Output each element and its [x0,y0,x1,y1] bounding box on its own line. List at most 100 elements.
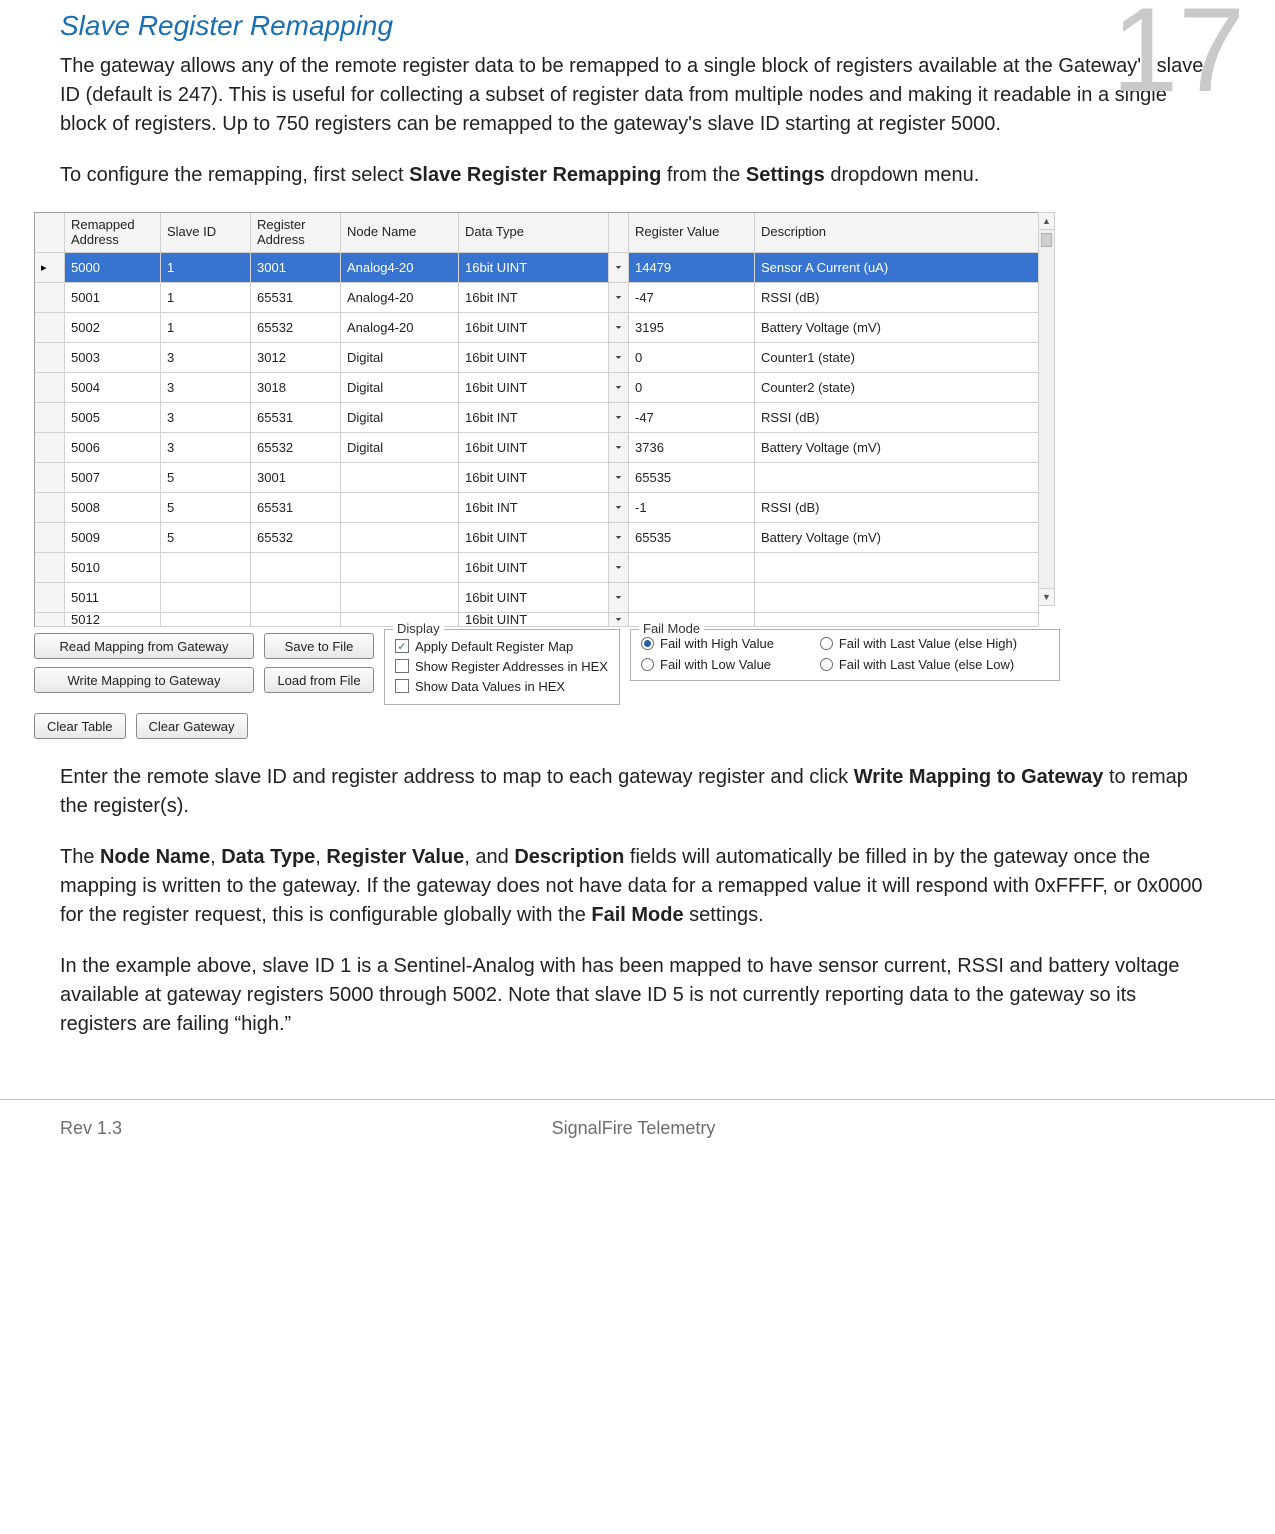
data-type-cell[interactable]: 16bit UINT [459,433,609,463]
radio-icon[interactable] [641,658,654,671]
data-type-cell[interactable]: 16bit UINT [459,313,609,343]
scroll-up-icon[interactable]: ▲ [1039,213,1054,230]
failmode-option[interactable]: Fail with Last Value (else High) [820,636,1049,651]
remapped-address-cell[interactable]: 5003 [65,343,161,373]
remapped-address-cell[interactable]: 5005 [65,403,161,433]
register-value-cell[interactable]: -47 [629,403,755,433]
data-type-cell[interactable]: 16bit INT [459,493,609,523]
remapped-address-cell[interactable]: 5011 [65,583,161,613]
data-type-cell[interactable]: 16bit UINT [459,463,609,493]
node-name-cell[interactable] [341,493,459,523]
data-type-dropdown-icon[interactable] [609,463,629,493]
node-name-cell[interactable] [341,523,459,553]
register-address-cell[interactable] [251,583,341,613]
data-type-cell[interactable]: 16bit INT [459,403,609,433]
register-address-cell[interactable]: 65531 [251,283,341,313]
node-name-cell[interactable]: Analog4-20 [341,313,459,343]
clear-table-button[interactable]: Clear Table [34,713,126,739]
node-name-cell[interactable]: Digital [341,433,459,463]
remapped-address-cell[interactable]: 5010 [65,553,161,583]
node-name-cell[interactable] [341,553,459,583]
data-type-dropdown-icon[interactable] [609,373,629,403]
clear-gateway-button[interactable]: Clear Gateway [136,713,248,739]
register-address-cell[interactable]: 65532 [251,313,341,343]
data-type-cell[interactable]: 16bit UINT [459,523,609,553]
remap-table[interactable]: Remapped AddressSlave IDRegister Address… [34,212,1038,627]
node-name-cell[interactable] [341,583,459,613]
register-address-cell[interactable]: 65532 [251,433,341,463]
data-type-dropdown-icon[interactable] [609,403,629,433]
remapped-address-cell[interactable]: 5002 [65,313,161,343]
vertical-scrollbar[interactable]: ▲ ▼ [1038,212,1055,606]
register-address-cell[interactable]: 65531 [251,493,341,523]
data-type-dropdown-icon[interactable] [609,583,629,613]
register-value-cell[interactable]: -47 [629,283,755,313]
description-cell[interactable]: Counter1 (state) [755,343,1039,373]
description-cell[interactable]: Battery Voltage (mV) [755,433,1039,463]
data-type-dropdown-icon[interactable] [609,553,629,583]
description-cell[interactable]: RSSI (dB) [755,403,1039,433]
radio-icon[interactable] [820,658,833,671]
read-mapping-button[interactable]: Read Mapping from Gateway [34,633,254,659]
description-cell[interactable] [755,553,1039,583]
remapped-address-cell[interactable]: 5009 [65,523,161,553]
remapped-address-cell[interactable]: 5004 [65,373,161,403]
write-mapping-button[interactable]: Write Mapping to Gateway [34,667,254,693]
register-value-cell[interactable]: -1 [629,493,755,523]
data-type-dropdown-icon[interactable] [609,433,629,463]
register-address-cell[interactable]: 3012 [251,343,341,373]
description-cell[interactable]: Battery Voltage (mV) [755,523,1039,553]
register-value-cell[interactable]: 0 [629,373,755,403]
load-from-file-button[interactable]: Load from File [264,667,374,693]
description-cell[interactable]: Battery Voltage (mV) [755,313,1039,343]
data-type-dropdown-icon[interactable] [609,253,629,283]
description-cell[interactable]: RSSI (dB) [755,283,1039,313]
slave-id-cell[interactable]: 3 [161,403,251,433]
data-type-dropdown-icon[interactable] [609,493,629,523]
register-address-cell[interactable]: 65531 [251,403,341,433]
slave-id-cell[interactable] [161,583,251,613]
register-value-cell[interactable]: 3736 [629,433,755,463]
radio-icon[interactable] [641,637,654,650]
node-name-cell[interactable]: Analog4-20 [341,253,459,283]
register-address-cell[interactable]: 3001 [251,253,341,283]
data-type-cell[interactable]: 16bit UINT [459,343,609,373]
description-cell[interactable]: RSSI (dB) [755,493,1039,523]
data-type-cell[interactable]: 16bit UINT [459,553,609,583]
register-address-cell[interactable]: 3001 [251,463,341,493]
node-name-cell[interactable]: Digital [341,343,459,373]
show-reg-hex-checkbox[interactable] [395,659,409,673]
show-data-hex-checkbox[interactable] [395,679,409,693]
radio-icon[interactable] [820,637,833,650]
remapped-address-cell[interactable]: 5007 [65,463,161,493]
slave-id-cell[interactable]: 3 [161,373,251,403]
data-type-dropdown-icon[interactable] [609,283,629,313]
slave-id-cell[interactable]: 3 [161,343,251,373]
node-name-cell[interactable] [341,463,459,493]
scroll-down-icon[interactable]: ▼ [1039,588,1054,605]
remapped-address-cell[interactable]: 5008 [65,493,161,523]
data-type-cell[interactable]: 16bit INT [459,283,609,313]
register-value-cell[interactable]: 14479 [629,253,755,283]
register-value-cell[interactable] [629,553,755,583]
scroll-thumb[interactable] [1041,233,1052,247]
slave-id-cell[interactable]: 5 [161,463,251,493]
slave-id-cell[interactable]: 5 [161,493,251,523]
register-value-cell[interactable]: 65535 [629,523,755,553]
data-type-dropdown-icon[interactable] [609,343,629,373]
description-cell[interactable] [755,463,1039,493]
slave-id-cell[interactable]: 1 [161,313,251,343]
register-address-cell[interactable]: 3018 [251,373,341,403]
description-cell[interactable]: Counter2 (state) [755,373,1039,403]
register-address-cell[interactable]: 65532 [251,523,341,553]
data-type-dropdown-icon[interactable] [609,523,629,553]
register-address-cell[interactable] [251,553,341,583]
data-type-cell[interactable]: 16bit UINT [459,583,609,613]
node-name-cell[interactable]: Digital [341,373,459,403]
save-to-file-button[interactable]: Save to File [264,633,374,659]
failmode-option[interactable]: Fail with Last Value (else Low) [820,657,1049,672]
register-value-cell[interactable]: 3195 [629,313,755,343]
remapped-address-cell[interactable]: 5006 [65,433,161,463]
register-value-cell[interactable]: 0 [629,343,755,373]
failmode-option[interactable]: Fail with Low Value [641,657,806,672]
